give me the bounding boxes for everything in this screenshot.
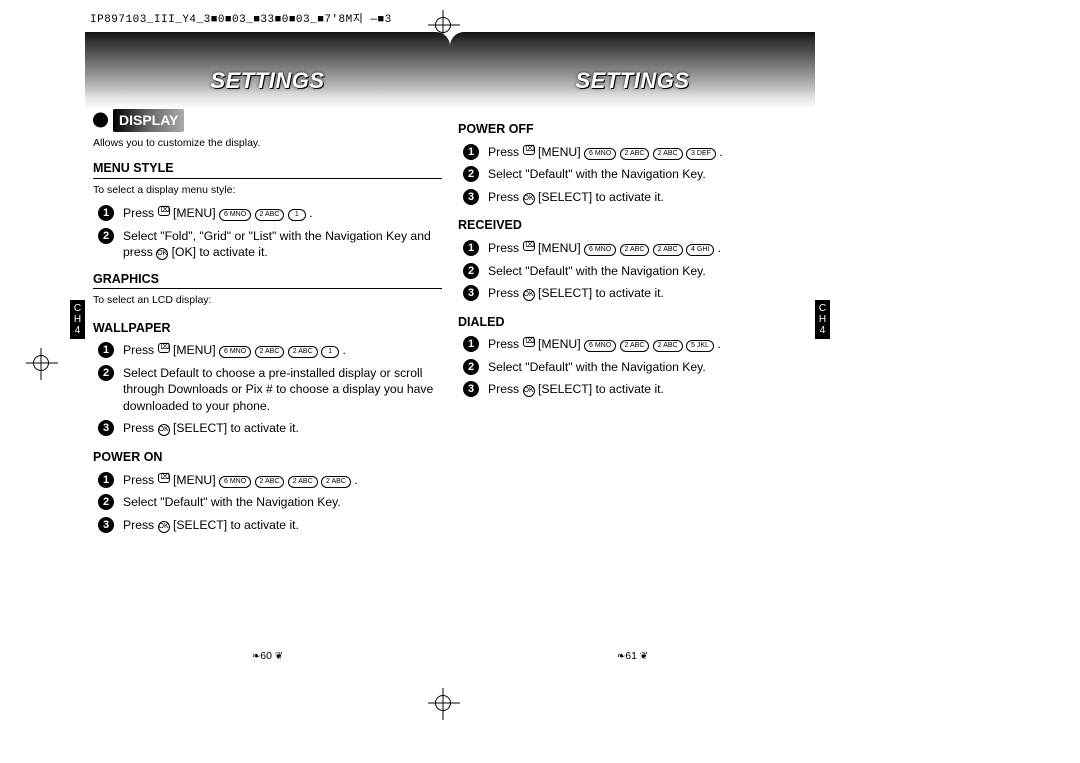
power-on-heading: POWER ON: [93, 449, 442, 466]
soft-key-icon: [158, 206, 170, 216]
wallpaper-step-2: 2 Select Default to choose a pre-install…: [93, 365, 442, 414]
graphics-desc: To select an LCD display:: [93, 293, 442, 307]
soft-key-icon: [158, 343, 170, 353]
right-page: SETTINGS CH4 POWER OFF 1 Press [MENU] 6 …: [450, 32, 815, 662]
menu-style-step-2: 2 Select "Fold", "Grid" or "List" with t…: [93, 228, 442, 261]
soft-key-icon: [523, 145, 535, 155]
right-header-bar: SETTINGS: [450, 32, 815, 109]
power-off-step-3: 3 Press OK [SELECT] to activate it.: [458, 189, 807, 205]
key-2: 2 ABC: [255, 346, 285, 358]
wallpaper-step-3: 3 Press OK [SELECT] to activate it.: [93, 420, 442, 436]
key-6: 6 MNO: [219, 346, 251, 358]
wallpaper-heading: WALLPAPER: [93, 320, 442, 337]
soft-key-icon: [158, 473, 170, 483]
display-desc: Allows you to customize the display.: [93, 136, 442, 150]
power-off-step-2: 2 Select "Default" with the Navigation K…: [458, 166, 807, 182]
page-spread: SETTINGS CH4 DISPLAY Allows you to custo…: [85, 32, 815, 662]
document-header-meta: IP897103_III_Y4_3■0■03_■33■0■03_■7'8M지 —…: [90, 10, 392, 26]
ok-key-icon: OK: [523, 289, 535, 301]
key-6: 6 MNO: [584, 244, 616, 256]
ok-key-icon: OK: [523, 193, 535, 205]
power-on-step-3: 3 Press OK [SELECT] to activate it.: [93, 517, 442, 533]
menu-style-desc: To select a display menu style:: [93, 183, 442, 197]
key-2: 2 ABC: [620, 340, 650, 352]
ok-key-icon: OK: [523, 385, 535, 397]
left-page: SETTINGS CH4 DISPLAY Allows you to custo…: [85, 32, 450, 662]
key-2: 2 ABC: [653, 340, 683, 352]
key-2: 2 ABC: [288, 476, 318, 488]
menu-style-heading: MENU STYLE: [93, 160, 442, 179]
right-page-title: SETTINGS: [450, 68, 815, 94]
ok-key-icon: OK: [158, 521, 170, 533]
key-5: 5 JKL: [686, 340, 714, 352]
chapter-tab-left: CH4: [70, 300, 85, 339]
registration-mark-left: [33, 355, 49, 371]
graphics-heading: GRAPHICS: [93, 271, 442, 290]
ok-key-icon: OK: [156, 248, 168, 260]
key-6: 6 MNO: [584, 148, 616, 160]
left-page-title: SETTINGS: [85, 68, 450, 94]
chapter-tab-right: CH4: [815, 300, 830, 339]
key-6: 6 MNO: [584, 340, 616, 352]
menu-style-step-1: 1 Press [MENU] 6 MNO 2 ABC 1 .: [93, 205, 442, 221]
key-2: 2 ABC: [620, 244, 650, 256]
key-2: 2 ABC: [255, 209, 285, 221]
dialed-step-2: 2 Select "Default" with the Navigation K…: [458, 359, 807, 375]
display-badge: DISPLAY: [113, 109, 184, 132]
left-header-bar: SETTINGS: [85, 32, 450, 109]
power-off-step-1: 1 Press [MENU] 6 MNO 2 ABC 2 ABC 3 DEF .: [458, 144, 807, 160]
key-2: 2 ABC: [653, 148, 683, 160]
key-1: 1: [321, 346, 339, 358]
key-6: 6 MNO: [219, 476, 251, 488]
key-1: 1: [288, 209, 306, 221]
right-content: POWER OFF 1 Press [MENU] 6 MNO 2 ABC 2 A…: [458, 109, 807, 404]
power-on-step-2: 2 Select "Default" with the Navigation K…: [93, 494, 442, 510]
key-2: 2 ABC: [653, 244, 683, 256]
key-2: 2 ABC: [288, 346, 318, 358]
power-off-heading: POWER OFF: [458, 121, 807, 138]
received-step-3: 3 Press OK [SELECT] to activate it.: [458, 285, 807, 301]
soft-key-icon: [523, 241, 535, 251]
key-3: 3 DEF: [686, 148, 716, 160]
received-heading: RECEIVED: [458, 217, 807, 234]
key-6: 6 MNO: [219, 209, 251, 221]
dialed-step-1: 1 Press [MENU] 6 MNO 2 ABC 2 ABC 5 JKL .: [458, 336, 807, 352]
key-2: 2 ABC: [321, 476, 351, 488]
registration-mark-bottom: [435, 695, 451, 711]
soft-key-icon: [523, 337, 535, 347]
dialed-heading: DIALED: [458, 314, 807, 331]
ok-key-icon: OK: [158, 424, 170, 436]
received-step-2: 2 Select "Default" with the Navigation K…: [458, 263, 807, 279]
wallpaper-step-1: 1 Press [MENU] 6 MNO 2 ABC 2 ABC 1 .: [93, 342, 442, 358]
received-step-1: 1 Press [MENU] 6 MNO 2 ABC 2 ABC 4 GHI .: [458, 240, 807, 256]
key-4: 4 GHI: [686, 244, 714, 256]
key-2: 2 ABC: [620, 148, 650, 160]
right-page-number: 61: [450, 650, 815, 662]
left-page-number: 60: [85, 650, 450, 662]
dialed-step-3: 3 Press OK [SELECT] to activate it.: [458, 381, 807, 397]
power-on-step-1: 1 Press [MENU] 6 MNO 2 ABC 2 ABC 2 ABC .: [93, 472, 442, 488]
left-content: DISPLAY Allows you to customize the disp…: [93, 109, 442, 539]
key-2: 2 ABC: [255, 476, 285, 488]
registration-mark-top: [435, 17, 451, 33]
